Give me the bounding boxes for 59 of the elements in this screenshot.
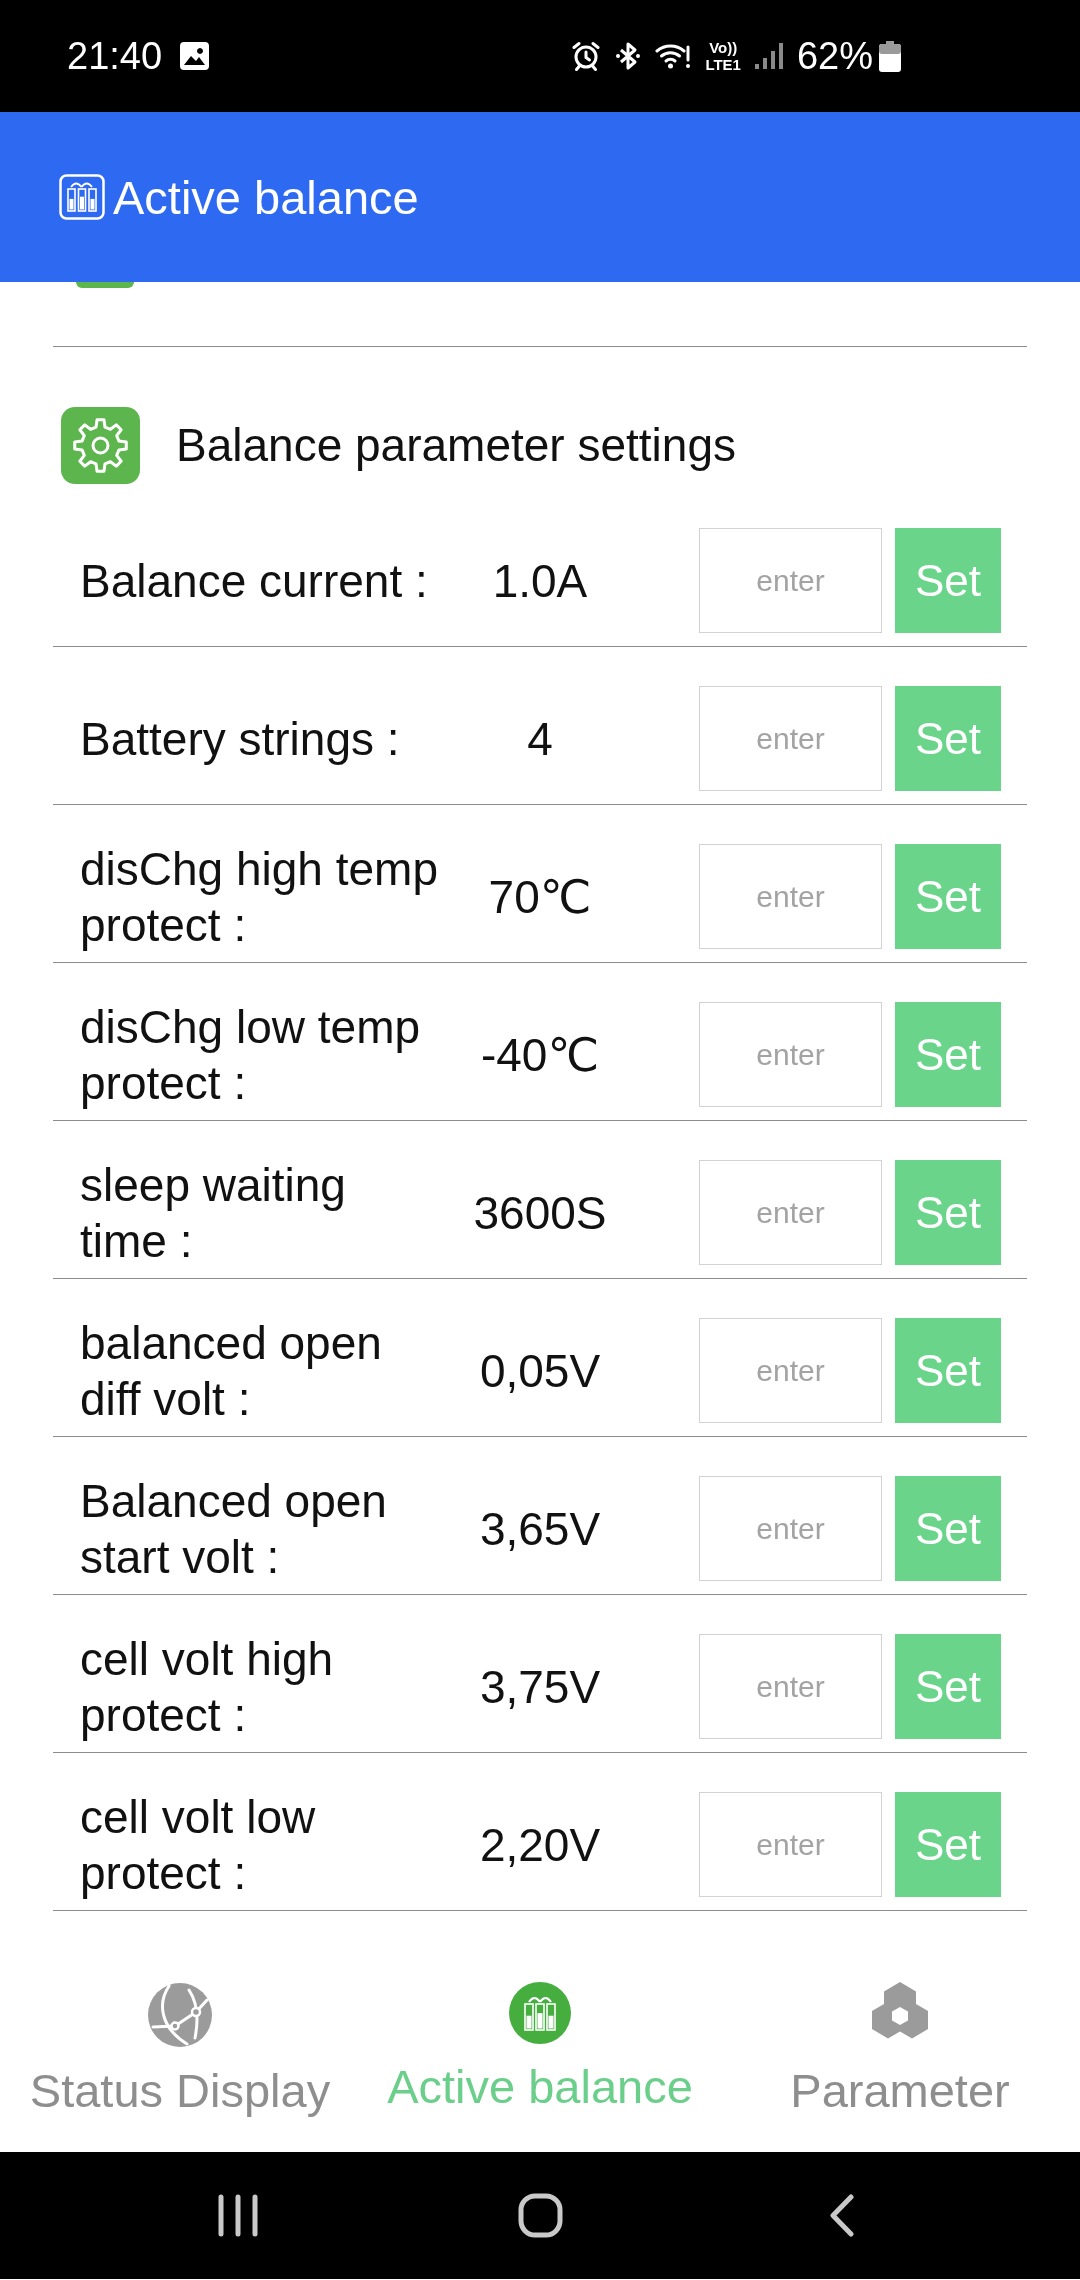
setting-value: 3,65V (478, 1501, 602, 1557)
nav-tab[interactable]: Status Display (0, 1911, 360, 2152)
setting-label: balanced open diff volt : (80, 1315, 383, 1427)
status-time: 21:40 (67, 37, 163, 75)
value-input[interactable]: enter (699, 1792, 882, 1897)
image-icon (180, 42, 210, 70)
wifi-icon (655, 42, 692, 70)
set-button[interactable]: Set (895, 1318, 1001, 1423)
setting-label: disChg low temp protect : (80, 999, 422, 1111)
setting-label: sleep waiting time : (80, 1157, 347, 1269)
value-input[interactable]: enter (699, 1634, 882, 1739)
setting-value: 1.0A (491, 553, 589, 609)
home-icon[interactable] (517, 2193, 563, 2238)
signal-icon (754, 43, 783, 69)
battery-cells-icon (508, 1982, 572, 2044)
set-button[interactable]: Set (895, 686, 1001, 791)
setting-value: 3600S (472, 1185, 608, 1241)
alarm-clock-icon (571, 41, 602, 71)
value-input[interactable]: enter (699, 1002, 882, 1107)
set-button[interactable]: Set (895, 528, 1001, 633)
setting-label: Balance current : (80, 553, 429, 609)
gear-icon (61, 407, 140, 484)
set-button[interactable]: Set (895, 1634, 1001, 1739)
setting-label: cell volt high protect : (80, 1631, 335, 1743)
set-button[interactable]: Set (895, 1002, 1001, 1107)
value-input[interactable]: enter (699, 844, 882, 949)
value-input[interactable]: enter (699, 528, 882, 633)
clipped-icon (76, 282, 134, 288)
network-label: Vo)) (708, 39, 739, 56)
bluetooth-icon (615, 41, 642, 71)
app-title: Active balance (113, 173, 419, 221)
battery-percent: 62% (796, 37, 873, 75)
setting-label: Battery strings : (80, 711, 401, 767)
nav-tab[interactable]: Parameter (720, 1911, 1080, 2152)
setting-value: 4 (526, 711, 554, 767)
network-label: LTE1 (705, 56, 741, 73)
back-icon[interactable] (829, 2194, 855, 2237)
recent-apps-icon[interactable] (217, 2194, 259, 2237)
setting-label: disChg high temp protect : (80, 841, 439, 953)
section-title: Balance parameter settings (176, 417, 736, 473)
battery-cells-icon (59, 174, 105, 220)
setting-value: 0,05V (478, 1343, 602, 1399)
setting-value: 3,75V (478, 1659, 602, 1715)
setting-label: cell volt low protect : (80, 1789, 317, 1901)
globe-icon (147, 1982, 213, 2048)
setting-value: 70℃ (487, 869, 593, 925)
nav-tab[interactable]: Active balance (360, 1911, 720, 2152)
setting-label: Balanced open start volt : (80, 1473, 388, 1585)
set-button[interactable]: Set (895, 844, 1001, 949)
setting-value: 2,20V (478, 1817, 602, 1873)
value-input[interactable]: enter (699, 1318, 882, 1423)
set-button[interactable]: Set (895, 1792, 1001, 1897)
battery-icon (879, 40, 901, 72)
set-button[interactable]: Set (895, 1476, 1001, 1581)
value-input[interactable]: enter (699, 686, 882, 791)
value-input[interactable]: enter (699, 1160, 882, 1265)
value-input[interactable]: enter (699, 1476, 882, 1581)
set-button[interactable]: Set (895, 1160, 1001, 1265)
setting-value: -40℃ (479, 1027, 601, 1083)
